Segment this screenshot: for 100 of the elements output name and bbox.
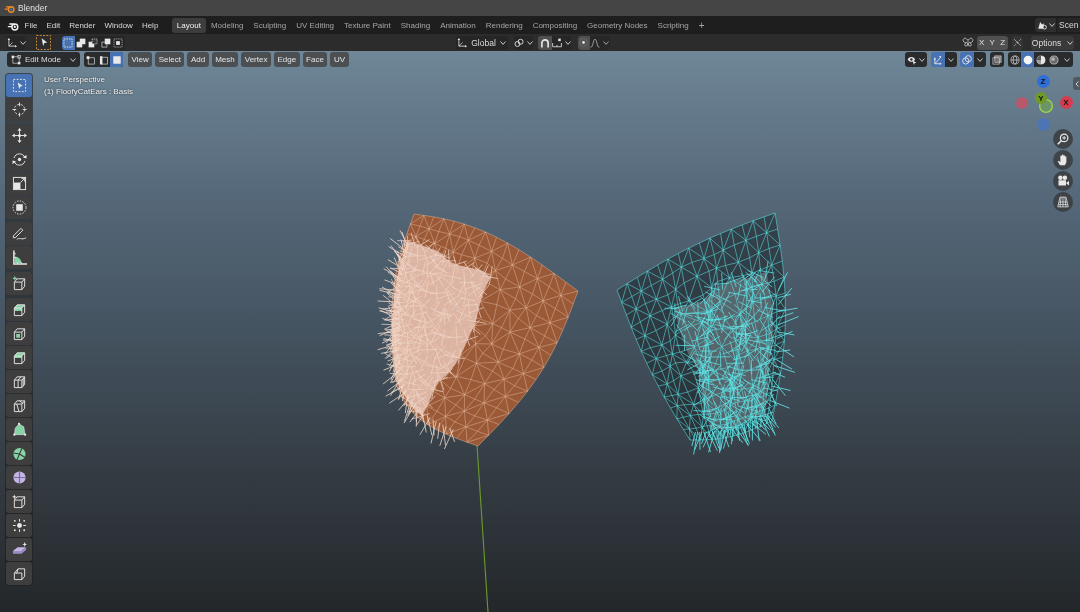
snap-target-dropdown[interactable] — [551, 35, 571, 50]
menu-button[interactable]: Select — [155, 52, 185, 67]
axis-button[interactable]: X — [1059, 95, 1073, 109]
menu-button[interactable]: Face — [302, 52, 328, 67]
shading-mode-button[interactable] — [1047, 52, 1060, 67]
rotate-arrows-icon — [11, 152, 27, 167]
vertex-select-icon — [85, 54, 96, 65]
tool-button[interactable] — [6, 370, 32, 393]
auto-merge-toggle[interactable] — [1012, 35, 1023, 50]
pan-button[interactable] — [1053, 150, 1073, 170]
overlay-dropdown[interactable] — [974, 52, 986, 67]
pivot-dropdown[interactable] — [7, 35, 25, 50]
menu-item[interactable]: Render — [64, 18, 100, 32]
tool-button[interactable] — [6, 272, 32, 295]
workspace-tab[interactable]: Animation — [435, 17, 481, 33]
perspective-toggle-button[interactable] — [1053, 192, 1073, 212]
axis-dot-icon[interactable] — [1036, 117, 1050, 131]
chevron-down-icon — [70, 57, 76, 62]
menu-item[interactable]: Help — [137, 18, 163, 32]
gizmo-toggle[interactable] — [931, 52, 945, 67]
grid-icon — [1057, 196, 1069, 208]
tool-button[interactable] — [6, 148, 32, 171]
gizmo-dropdown[interactable] — [945, 52, 957, 67]
workspace-tab[interactable]: UV Editing — [291, 17, 340, 33]
dashed-square-icon — [63, 37, 74, 48]
camera-view-button[interactable] — [1053, 171, 1073, 191]
tool-button[interactable] — [6, 322, 32, 345]
menu-button[interactable]: Add — [187, 52, 209, 67]
butterfly-icon — [961, 37, 974, 48]
scene-name-field[interactable]: Scen — [1057, 18, 1080, 32]
crosshair-circle-icon — [11, 102, 27, 117]
cube-inset-icon — [11, 326, 27, 341]
tool-button[interactable] — [6, 346, 32, 369]
menu-button[interactable]: Vertex — [241, 52, 271, 67]
workspace-tab[interactable]: Rendering — [480, 17, 528, 33]
tool-button[interactable] — [6, 418, 32, 441]
mirror-axis-toggle[interactable]: Y — [987, 35, 998, 50]
tool-button[interactable] — [6, 222, 32, 245]
proportional-editing-toggle[interactable] — [577, 35, 590, 50]
tool-button[interactable] — [6, 298, 32, 321]
workspace-tab[interactable]: Scripting — [652, 17, 694, 33]
menu-button[interactable]: View — [128, 52, 153, 67]
tool-button[interactable] — [6, 490, 32, 513]
tool-button[interactable] — [6, 246, 32, 269]
tool-button[interactable] — [6, 466, 32, 489]
menu-button[interactable]: UV — [330, 52, 349, 67]
chevron-left-icon — [1074, 80, 1079, 87]
zoom-button[interactable] — [1053, 129, 1073, 149]
visibility-dropdown[interactable] — [905, 52, 927, 67]
axis-button[interactable]: Y — [1035, 92, 1047, 104]
selection-mode-button[interactable] — [87, 35, 100, 50]
xray-toggle[interactable] — [990, 52, 1004, 67]
add-workspace-button[interactable]: + — [693, 18, 710, 32]
polygon-icon — [11, 422, 27, 437]
orientation-dropdown[interactable]: Global — [455, 35, 508, 50]
tool-button[interactable] — [6, 514, 32, 537]
workspace-tab[interactable]: Layout — [171, 17, 206, 33]
mirror-axis-toggle[interactable]: X — [976, 35, 987, 50]
tool-button[interactable] — [6, 442, 32, 465]
sidebar-toggle-button[interactable] — [1073, 77, 1080, 90]
workspace-tab[interactable]: Shading — [395, 17, 436, 33]
shrink-fatten-icon — [11, 518, 27, 533]
tool-button[interactable] — [6, 538, 32, 561]
options-dropdown[interactable]: Options — [1031, 35, 1074, 50]
menu-item[interactable]: Edit — [41, 18, 65, 32]
menu-button[interactable]: Edge — [273, 52, 300, 67]
tool-button[interactable] — [6, 124, 32, 147]
overlay-toggle[interactable] — [960, 52, 974, 67]
menu-item[interactable]: Window — [99, 18, 138, 32]
menu-item[interactable]: File — [20, 18, 42, 32]
camera-icon — [1057, 175, 1069, 187]
gizmo-arrows-icon — [933, 54, 943, 65]
snap-increment-icon — [551, 37, 562, 48]
menu-button[interactable]: Mesh — [211, 52, 239, 67]
mirror-axis-toggle[interactable]: Z — [997, 35, 1008, 50]
selection-mode-button[interactable] — [112, 35, 125, 50]
pivot-point-dropdown[interactable] — [513, 35, 533, 50]
workspace-tab[interactable]: Texture Paint — [339, 17, 396, 33]
tool-button[interactable] — [6, 394, 32, 417]
workspace-tab[interactable]: Geometry Nodes — [582, 17, 653, 33]
selection-mode-button[interactable] — [62, 35, 75, 50]
workspace-tab[interactable]: Compositing — [527, 17, 583, 33]
falloff-dropdown[interactable] — [589, 35, 610, 50]
tool-button[interactable] — [6, 196, 32, 219]
scene-dropdown[interactable] — [1035, 18, 1056, 32]
snap-toggle[interactable] — [537, 35, 552, 50]
axis-button[interactable]: Z — [1036, 74, 1050, 88]
shading-mode-button[interactable] — [1008, 52, 1021, 67]
mode-dropdown[interactable]: Edit Mode — [7, 52, 80, 67]
shading-mode-button[interactable] — [1034, 52, 1047, 67]
workspace-tab[interactable]: Sculpting — [248, 17, 292, 33]
scene-icon — [1036, 20, 1047, 30]
axes-icon — [457, 37, 468, 48]
overlapping-squares-icon — [75, 37, 86, 48]
tool-button[interactable] — [6, 98, 32, 121]
axis-dot-icon[interactable] — [1016, 97, 1028, 109]
tool-button[interactable] — [6, 172, 32, 195]
workspace-tab[interactable]: Modeling — [205, 17, 249, 33]
tool-button[interactable] — [6, 562, 32, 585]
face-select-icon — [111, 54, 122, 65]
